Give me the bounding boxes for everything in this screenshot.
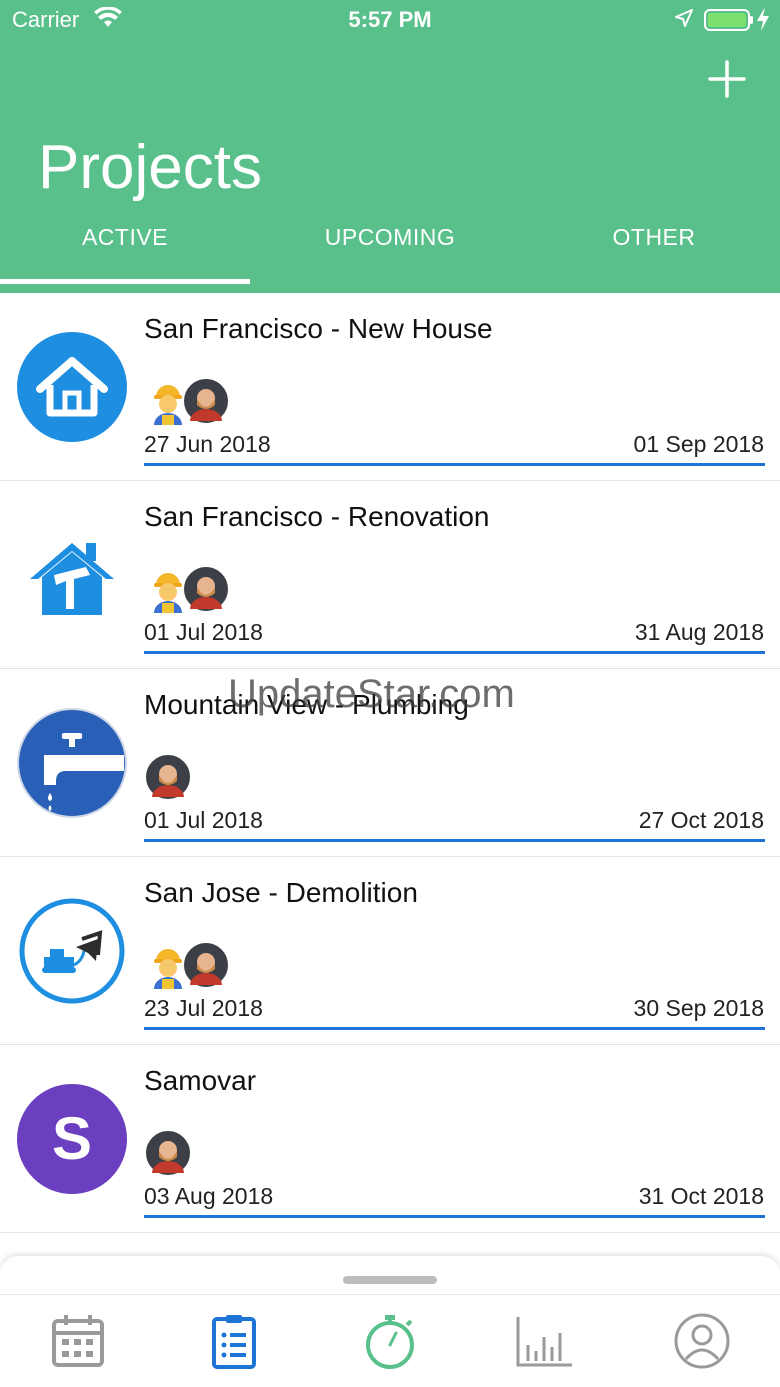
start-date: 01 Jul 2018 [144, 619, 263, 645]
end-date: 31 Aug 2018 [634, 619, 764, 645]
member-avatars [144, 565, 344, 613]
avatar-letter: S [52, 1105, 92, 1172]
stopwatch-icon[interactable] [360, 1311, 420, 1371]
tab-active[interactable]: ACTIVE [0, 224, 250, 251]
progress-bar [144, 1027, 765, 1030]
tab-bar [0, 1294, 780, 1387]
project-title: San Francisco - New House [144, 313, 493, 344]
end-date: 27 Oct 2018 [638, 807, 764, 833]
watermark: UpdateStar.com [228, 672, 515, 716]
start-date: 23 Jul 2018 [144, 995, 263, 1021]
progress-bar [144, 839, 765, 842]
progress-bar [144, 1215, 765, 1218]
start-date: 03 Aug 2018 [144, 1183, 274, 1209]
bulldozer-icon [16, 895, 128, 1007]
progress-bar [144, 651, 765, 654]
project-row[interactable]: San Jose - Demolition 23 Jul 2018 30 Sep… [0, 857, 780, 1045]
project-row[interactable]: S Samovar 03 Aug 2018 31 Oct 2018 [0, 1045, 780, 1233]
project-tabs: ACTIVE UPCOMING OTHER [0, 220, 780, 284]
calendar-icon[interactable] [48, 1311, 108, 1371]
bearded-man-avatar [144, 753, 192, 801]
bearded-man-avatar [182, 941, 230, 989]
charging-bolt-icon [756, 6, 770, 37]
member-avatars [144, 377, 344, 425]
tab-upcoming[interactable]: UPCOMING [260, 224, 520, 251]
member-avatars [144, 941, 344, 989]
project-title: San Jose - Demolition [144, 877, 418, 908]
profile-icon[interactable] [672, 1311, 732, 1371]
member-avatars [144, 753, 344, 801]
project-row[interactable]: San Francisco - Renovation 01 Jul 2018 3… [0, 481, 780, 669]
clock: 5:57 PM [348, 7, 432, 32]
progress-bar [144, 463, 765, 466]
faucet-icon [16, 707, 128, 819]
battery-icon [704, 8, 754, 37]
add-project-button[interactable] [706, 58, 748, 100]
bar-chart-icon[interactable] [514, 1311, 574, 1371]
tab-other[interactable]: OTHER [524, 224, 780, 251]
bottom-sheet[interactable] [0, 1256, 780, 1296]
clipboard-list-icon[interactable] [204, 1311, 264, 1371]
end-date: 01 Sep 2018 [633, 431, 764, 457]
tab-indicator [0, 279, 250, 284]
project-row[interactable]: San Francisco - New House 27 Jun 2018 01… [0, 293, 780, 481]
project-title: Samovar [144, 1065, 257, 1096]
bearded-man-avatar [182, 565, 230, 613]
bearded-man-avatar [182, 377, 230, 425]
house-icon [16, 331, 128, 443]
letter-s-avatar: S [16, 1083, 128, 1195]
start-date: 27 Jun 2018 [144, 431, 271, 457]
renovation-house-icon [16, 519, 128, 631]
end-date: 30 Sep 2018 [633, 995, 764, 1021]
sheet-drag-handle[interactable] [343, 1276, 437, 1284]
end-date: 31 Oct 2018 [638, 1183, 764, 1209]
status-bar: Carrier 5:57 PM [0, 0, 780, 40]
page-title: Projects [38, 133, 262, 202]
header: Carrier 5:57 PM Projects ACTIVE UPCOMING… [0, 0, 780, 293]
start-date: 01 Jul 2018 [144, 807, 263, 833]
location-arrow-icon [674, 8, 694, 33]
member-avatars [144, 1129, 344, 1177]
project-title: San Francisco - Renovation [144, 501, 490, 532]
bearded-man-avatar [144, 1129, 192, 1177]
